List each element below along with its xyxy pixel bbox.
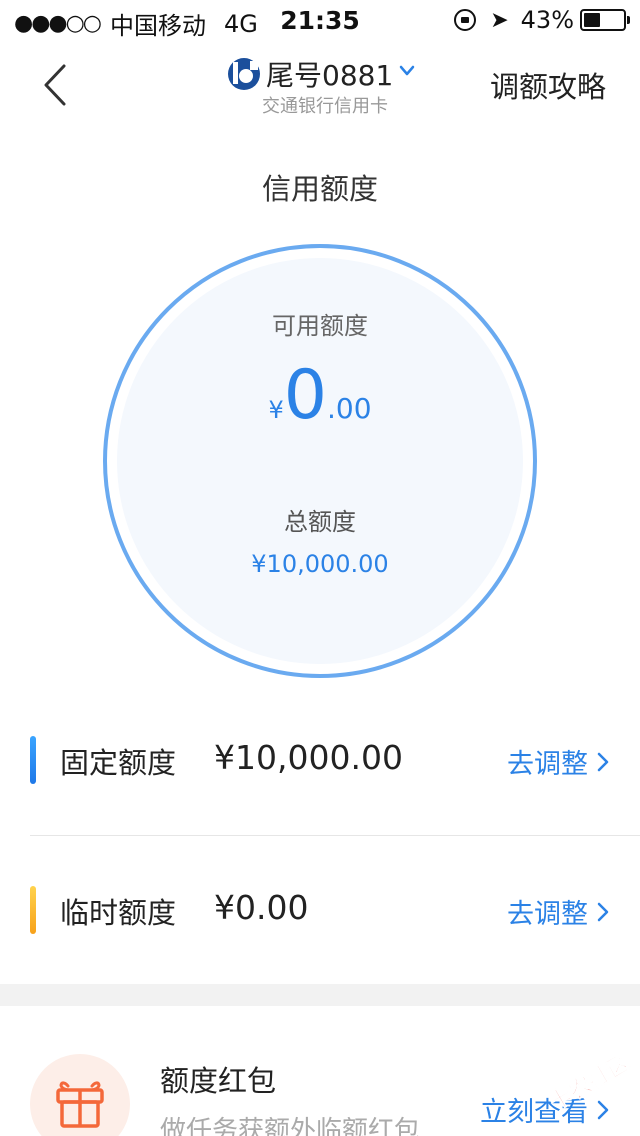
fixed-limit-label: 固定额度 <box>60 746 177 780</box>
available-limit-amount: ¥0.00 <box>0 362 640 430</box>
watermark-logo: 卡农社区 <box>545 1049 634 1115</box>
status-bar: ●●●○○ 中国移动 4G 21:35 ➤ 43% <box>0 0 640 40</box>
battery-icon <box>580 9 630 31</box>
available-limit-label: 可用额度 <box>272 312 368 340</box>
section-separator <box>0 984 640 1006</box>
card-selector[interactable]: 尾号0881 交通银行信用卡 <box>226 54 426 118</box>
card-title: 尾号0881 <box>266 59 394 92</box>
temp-limit-label: 临时额度 <box>60 896 177 930</box>
adjust-temp-limit-button[interactable]: 去调整 <box>507 892 610 931</box>
battery-level-fill <box>584 13 600 27</box>
nav-bar: 尾号0881 交通银行信用卡 调额攻略 <box>0 40 640 130</box>
adjust-fixed-limit-label: 去调整 <box>507 749 588 780</box>
adjust-fixed-limit-button[interactable]: 去调整 <box>507 742 610 781</box>
fixed-limit-row: 固定额度 ¥10,000.00 去调整 <box>0 720 640 800</box>
gift-icon <box>56 1081 104 1128</box>
total-limit-label: 总额度 <box>284 508 356 536</box>
row-divider <box>30 835 640 836</box>
adjust-temp-limit-label: 去调整 <box>507 899 588 930</box>
page-title: 信用额度 <box>261 172 378 206</box>
total-limit-amount: ¥10,000.00 <box>251 550 389 578</box>
chevron-down-icon <box>399 65 415 76</box>
temp-limit-value: ¥0.00 <box>214 888 309 927</box>
temp-limit-row: 临时额度 ¥0.00 去调整 <box>0 870 640 950</box>
available-integer: 0 <box>283 356 327 435</box>
bonus-description: 做任务获额外临额红包 <box>160 1116 421 1136</box>
bonus-title: 额度红包 <box>160 1064 277 1098</box>
chevron-right-icon <box>597 902 609 921</box>
watermark-text: 卡农社区 <box>545 1049 634 1115</box>
bocom-logo-icon <box>228 58 260 90</box>
adjust-strategy-link[interactable]: 调额攻略 <box>490 64 606 106</box>
chevron-right-icon <box>597 752 609 771</box>
battery-percent: 43% <box>520 6 574 34</box>
location-arrow-icon: ➤ <box>490 7 509 33</box>
available-decimal: .00 <box>327 392 372 425</box>
available-currency-symbol: ¥ <box>268 396 284 424</box>
back-button[interactable] <box>36 60 76 110</box>
orientation-lock-icon <box>454 9 477 31</box>
card-subtitle: 交通银行信用卡 <box>262 96 388 117</box>
fixed-limit-marker <box>30 736 36 784</box>
fixed-limit-value: ¥10,000.00 <box>214 738 403 777</box>
temp-limit-marker <box>30 886 36 934</box>
status-right: ➤ 43% <box>454 6 630 34</box>
chevron-left-icon <box>44 64 66 106</box>
